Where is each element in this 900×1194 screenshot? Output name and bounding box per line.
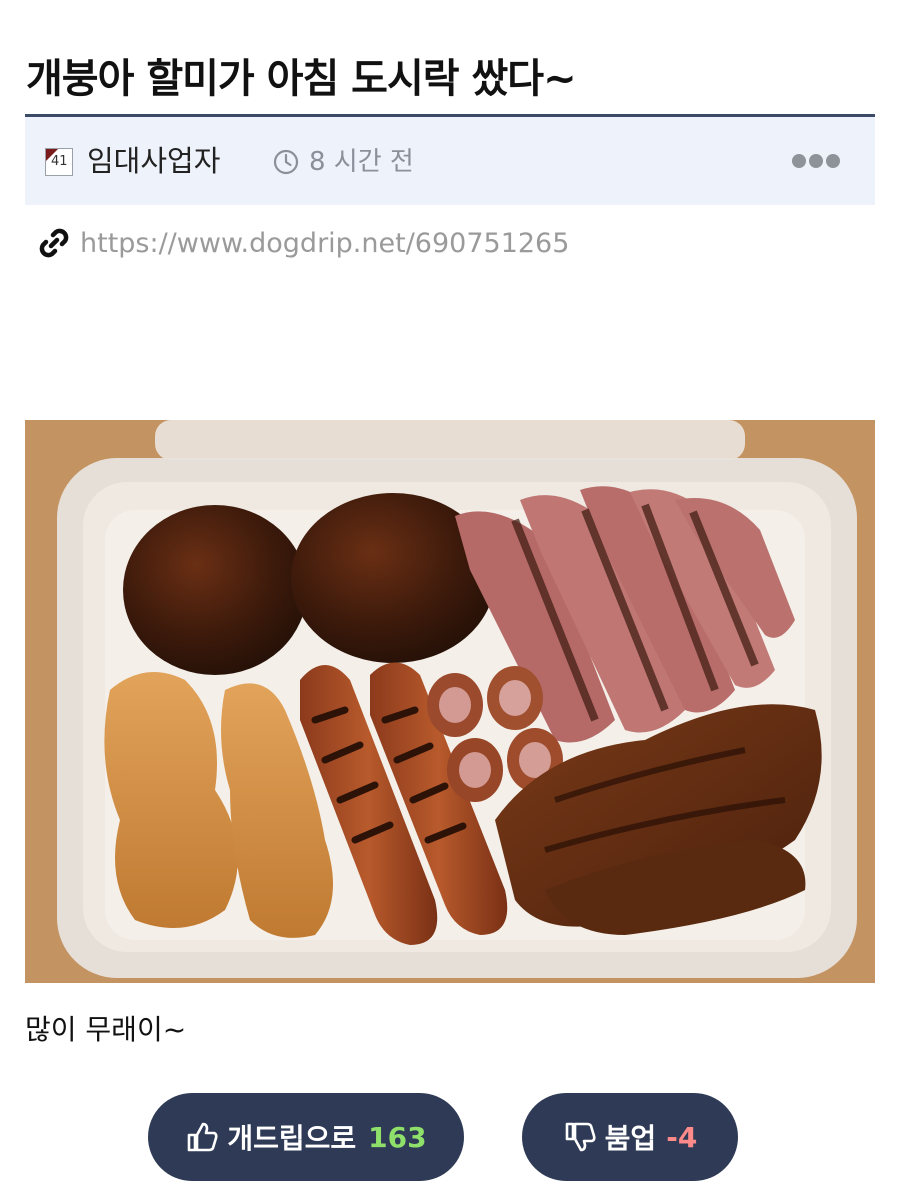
link-icon <box>39 228 69 258</box>
post-image <box>25 420 875 983</box>
thumbs-up-icon <box>188 1122 218 1152</box>
downvote-button[interactable]: 붐업 -4 <box>522 1093 738 1181</box>
more-dots-icon[interactable] <box>791 153 841 169</box>
post-time: 8 시간 전 <box>309 147 414 177</box>
post-title: 개붕아 할미가 아침 도시락 쌌다~ <box>26 55 577 102</box>
upvote-button[interactable]: 개드립으로 163 <box>148 1093 464 1181</box>
post-permalink[interactable]: https://www.dogdrip.net/690751265 <box>80 226 569 262</box>
upvote-label: 개드립으로 <box>227 1122 357 1155</box>
upvote-count: 163 <box>368 1120 427 1154</box>
thumbs-down-icon <box>565 1122 596 1152</box>
clock-icon <box>273 149 299 175</box>
downvote-count: -4 <box>666 1120 698 1154</box>
post-meta-bar: 41 임대사업자 8 시간 전 <box>25 117 875 205</box>
author-name[interactable]: 임대사업자 <box>87 141 220 181</box>
user-level-icon: 41 <box>45 148 73 176</box>
post-body-text: 많이 무래이~ <box>25 1013 187 1046</box>
downvote-label: 붐업 <box>604 1122 657 1155</box>
user-level-number: 41 <box>51 154 68 169</box>
